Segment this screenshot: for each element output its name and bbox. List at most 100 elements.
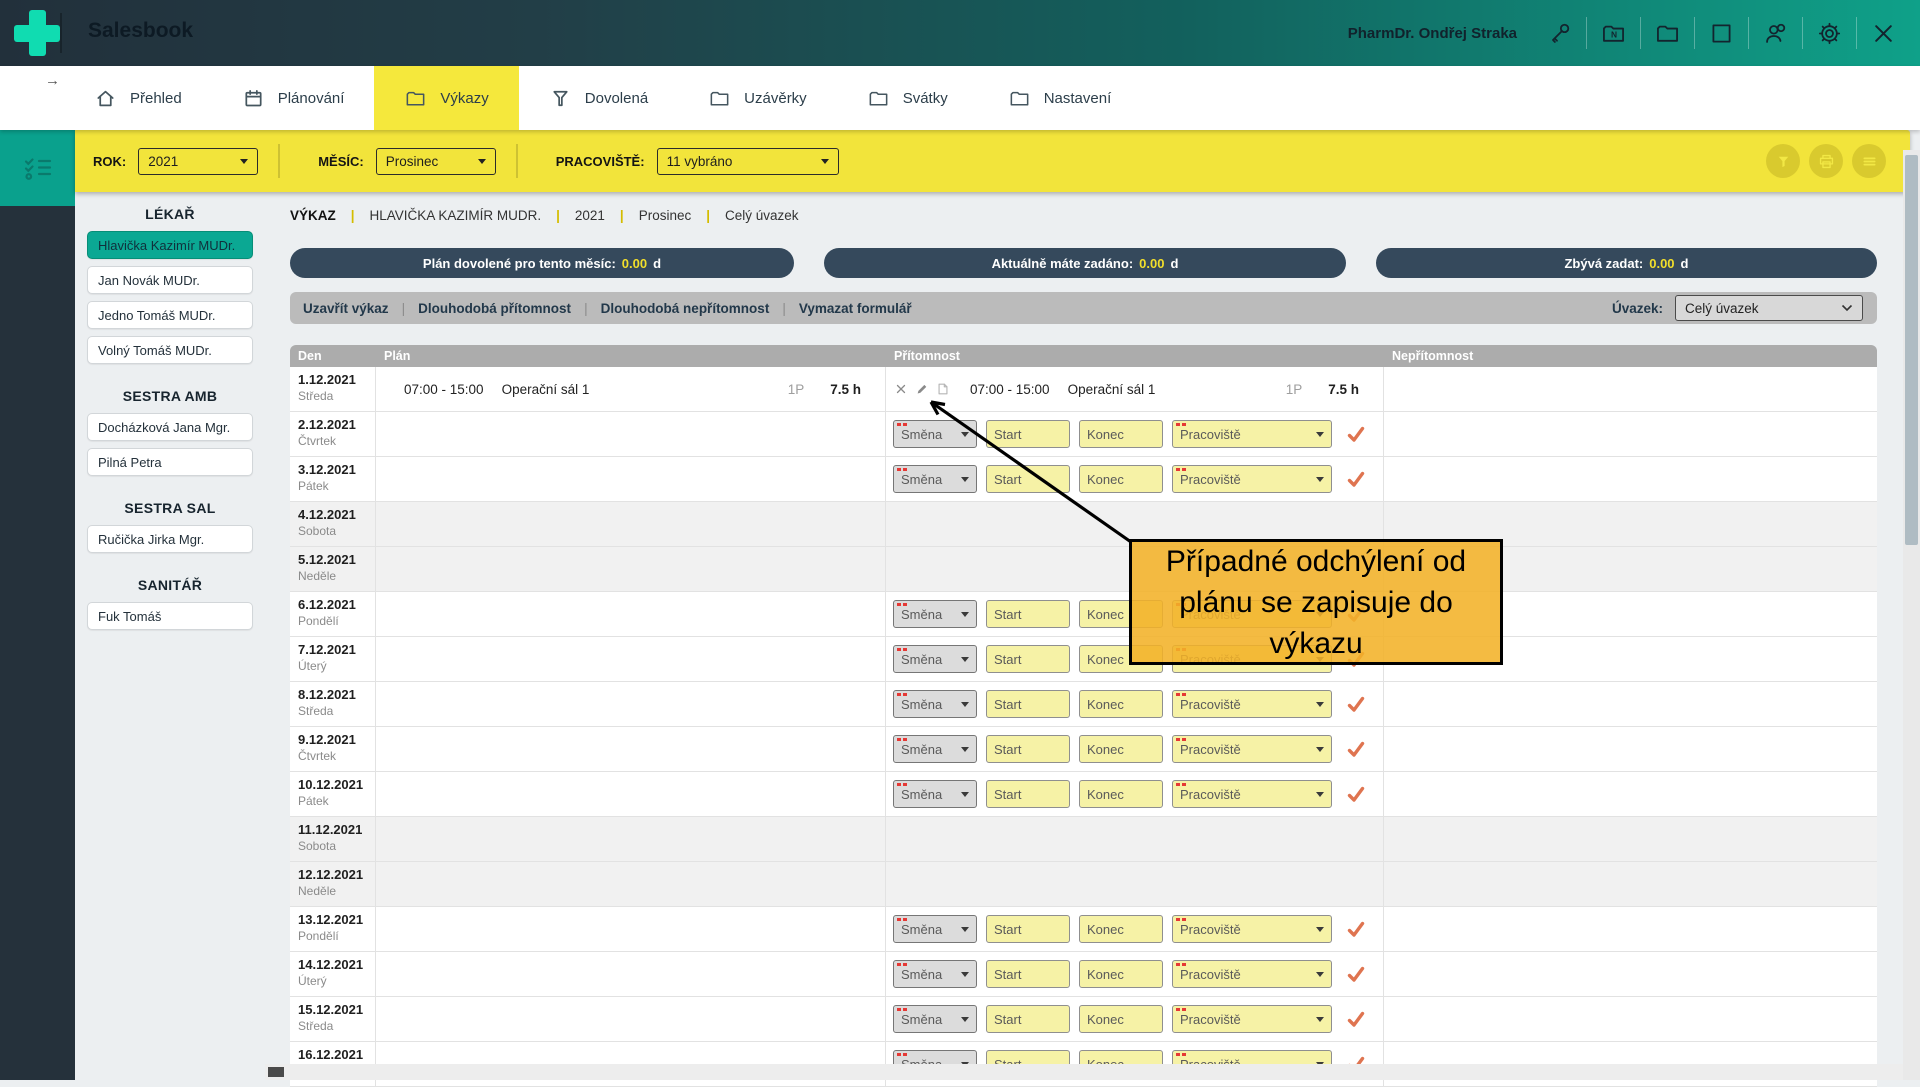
workplace-select[interactable]: Pracoviště [1172, 1005, 1332, 1033]
settings-icon[interactable] [1816, 20, 1843, 47]
vertical-scrollbar-thumb[interactable] [1905, 155, 1918, 545]
staff-sidebar: LÉKAŘ Hlavička Kazimír MUDr.Jan Novák MU… [75, 192, 265, 1080]
key-icon[interactable] [1546, 20, 1573, 47]
start-input[interactable]: Start [986, 465, 1070, 493]
sidebar-item-rucicka[interactable]: Ručička Jirka Mgr. [87, 525, 253, 553]
workplace-select[interactable]: Pracoviště [1172, 690, 1332, 718]
sidebar-item-volny[interactable]: Volný Tomáš MUDr. [87, 336, 253, 364]
attendance-cell: Směna Start Konec Pracoviště [886, 412, 1384, 456]
end-input[interactable]: Konec [1079, 780, 1163, 808]
start-input[interactable]: Start [986, 690, 1070, 718]
toolbar-action-vymazat[interactable]: Vymazat formulář [786, 301, 925, 316]
plan-cell [376, 952, 886, 996]
end-input[interactable]: Konec [1079, 735, 1163, 763]
vertical-scrollbar[interactable] [1903, 150, 1920, 1080]
close-icon[interactable] [1870, 20, 1897, 47]
toolbar-action-dlouhodoba[interactable]: Dlouhodobá přítomnost [405, 301, 584, 316]
workplace-select[interactable]: Pracoviště [1172, 960, 1332, 988]
header-icon-divider [1802, 17, 1803, 49]
start-input[interactable]: Start [986, 915, 1070, 943]
triangle-down-icon [1316, 432, 1324, 437]
folder-icon[interactable] [1654, 20, 1681, 47]
breadcrumb-item: HLAVIČKA KAZIMÍR MUDR. [370, 208, 542, 223]
confirm-check-button[interactable] [1346, 739, 1366, 759]
end-input[interactable]: Konec [1079, 465, 1163, 493]
remove-icon[interactable] [894, 382, 908, 396]
workplace-select[interactable]: Pracoviště [1172, 915, 1332, 943]
toolbar-action-uzavrit[interactable]: Uzavřít výkaz [290, 301, 402, 316]
tab-dovolena[interactable]: Dovolená [519, 66, 678, 130]
menu-icon [1860, 152, 1879, 171]
edit-icon[interactable] [915, 382, 929, 396]
window-icon[interactable] [1708, 20, 1735, 47]
sidebar-item-jedno[interactable]: Jedno Tomáš MUDr. [87, 301, 253, 329]
confirm-check-button[interactable] [1346, 469, 1366, 489]
collapse-arrow-icon[interactable]: → [45, 72, 60, 89]
end-input[interactable]: Konec [1079, 420, 1163, 448]
shift-select[interactable]: Směna [893, 960, 977, 988]
tab-uzaverky[interactable]: Uzávěrky [678, 66, 837, 130]
sidebar-item-pilna[interactable]: Pilná Petra [87, 448, 253, 476]
horizontal-scrollbar[interactable] [265, 1064, 1903, 1080]
shift-select[interactable]: Směna [893, 420, 977, 448]
filter-select-0[interactable]: 2021 [138, 148, 258, 175]
confirm-check-button[interactable] [1346, 694, 1366, 714]
confirm-check-button[interactable] [1346, 919, 1366, 939]
app-title: Salesbook [88, 0, 193, 66]
start-input[interactable]: Start [986, 960, 1070, 988]
shift-select[interactable]: Směna [893, 735, 977, 763]
folder-n-icon[interactable]: N [1600, 20, 1627, 47]
date-label: 11.12.2021 [298, 822, 375, 837]
toolbar-action-dlouhodoba[interactable]: Dlouhodobá nepřítomnost [588, 301, 783, 316]
sidebar-item-jan[interactable]: Jan Novák MUDr. [87, 266, 253, 294]
required-marker [1176, 423, 1186, 426]
sidebar-toggle-button[interactable] [0, 130, 75, 206]
required-marker [897, 783, 907, 786]
start-input[interactable]: Start [986, 600, 1070, 628]
sidebar-item-hlavicka[interactable]: Hlavička Kazimír MUDr. [87, 231, 253, 259]
end-input[interactable]: Konec [1079, 690, 1163, 718]
tab-planovani[interactable]: Plánování [212, 66, 375, 130]
confirm-check-button[interactable] [1346, 424, 1366, 444]
sidebar-item-fuk[interactable]: Fuk Tomáš [87, 602, 253, 630]
shift-select[interactable]: Směna [893, 915, 977, 943]
uvazek-select[interactable]: Celý úvazek [1675, 295, 1863, 321]
start-input[interactable]: Start [986, 1005, 1070, 1033]
shift-select[interactable]: Směna [893, 645, 977, 673]
shift-select[interactable]: Směna [893, 465, 977, 493]
filter-select-2[interactable]: 11 vybráno [657, 148, 839, 175]
left-rail [0, 206, 75, 1080]
shift-select[interactable]: Směna [893, 600, 977, 628]
print-icon-button[interactable] [1809, 144, 1843, 178]
confirm-check-button[interactable] [1346, 1009, 1366, 1029]
shift-select[interactable]: Směna [893, 780, 977, 808]
menu-icon-button[interactable] [1852, 144, 1886, 178]
start-input[interactable]: Start [986, 735, 1070, 763]
workplace-select[interactable]: Pracoviště [1172, 780, 1332, 808]
tab-nastaveni[interactable]: Nastavení [978, 66, 1142, 130]
date-label: 5.12.2021 [298, 552, 375, 567]
horizontal-scrollbar-thumb[interactable] [268, 1067, 284, 1077]
workplace-select[interactable]: Pracoviště [1172, 735, 1332, 763]
user-search-icon[interactable] [1762, 20, 1789, 47]
workplace-select[interactable]: Pracoviště [1172, 420, 1332, 448]
sidebar-item-dochazkova[interactable]: Docházková Jana Mgr. [87, 413, 253, 441]
shift-select[interactable]: Směna [893, 690, 977, 718]
start-input[interactable]: Start [986, 645, 1070, 673]
filter-icon-button[interactable] [1766, 144, 1800, 178]
tab-svatky[interactable]: Svátky [837, 66, 978, 130]
end-input[interactable]: Konec [1079, 915, 1163, 943]
workplace-select[interactable]: Pracoviště [1172, 465, 1332, 493]
confirm-check-button[interactable] [1346, 784, 1366, 804]
tab-vykazy[interactable]: Výkazy [374, 66, 518, 130]
confirm-check-button[interactable] [1346, 964, 1366, 984]
tab-prehled[interactable]: Přehled [64, 66, 212, 130]
start-input[interactable]: Start [986, 420, 1070, 448]
filter-select-1[interactable]: Prosinec [376, 148, 496, 175]
filter-label: MĚSÍC: [318, 154, 364, 169]
shift-select[interactable]: Směna [893, 1005, 977, 1033]
end-input[interactable]: Konec [1079, 960, 1163, 988]
end-input[interactable]: Konec [1079, 1005, 1163, 1033]
start-input[interactable]: Start [986, 780, 1070, 808]
document-icon[interactable] [936, 382, 950, 396]
